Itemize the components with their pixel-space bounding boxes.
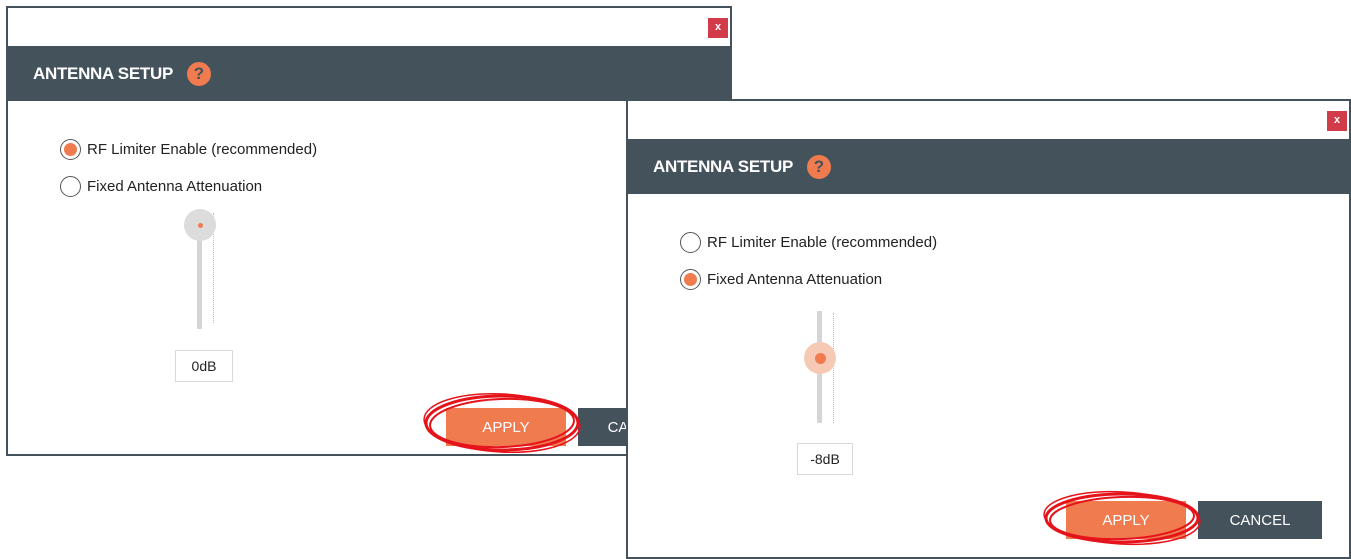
radio-button[interactable] (60, 176, 81, 197)
rf-limiter-option[interactable]: RF Limiter Enable (recommended) (60, 139, 317, 160)
close-button[interactable]: x (1327, 111, 1347, 131)
dialog-title: ANTENNA SETUP (653, 156, 793, 176)
slider-thumb-core (814, 352, 826, 364)
slider-ticks (833, 313, 835, 423)
fixed-attenuation-label: Fixed Antenna Attenuation (87, 178, 263, 195)
apply-button[interactable]: APPLY (446, 408, 566, 446)
attenuation-slider[interactable] (176, 209, 226, 331)
rf-limiter-label: RF Limiter Enable (recommended) (87, 141, 318, 158)
attenuation-value: 0dB (175, 350, 233, 382)
cancel-button[interactable]: CANCEL (1198, 501, 1322, 539)
radio-button[interactable] (680, 232, 701, 253)
slider-thumb[interactable] (804, 342, 836, 374)
slider-thumb-core (197, 222, 203, 228)
apply-button[interactable]: APPLY (1066, 501, 1186, 539)
antenna-setup-dialog-right: x ANTENNA SETUP ? RF Limiter Enable (rec… (626, 99, 1351, 559)
dialog-header: ANTENNA SETUP ? (8, 46, 730, 101)
slider-thumb[interactable] (184, 209, 216, 241)
rf-limiter-label: RF Limiter Enable (recommended) (707, 234, 938, 251)
fixed-attenuation-label: Fixed Antenna Attenuation (707, 271, 883, 288)
close-button[interactable]: x (708, 18, 728, 38)
fixed-attenuation-option[interactable]: Fixed Antenna Attenuation (60, 176, 262, 197)
help-icon[interactable]: ? (806, 154, 831, 179)
dialog-header: ANTENNA SETUP ? (628, 139, 1349, 194)
attenuation-slider[interactable] (796, 311, 846, 431)
radio-selected-dot (684, 273, 697, 286)
antenna-setup-dialog-left: x ANTENNA SETUP ? RF Limiter Enable (rec… (6, 6, 732, 456)
fixed-attenuation-option[interactable]: Fixed Antenna Attenuation (680, 269, 882, 290)
radio-button[interactable] (680, 269, 701, 290)
dialog-title: ANTENNA SETUP (33, 63, 173, 83)
radio-selected-dot (64, 143, 77, 156)
radio-button[interactable] (60, 139, 81, 160)
attenuation-value: -8dB (797, 443, 853, 475)
help-icon[interactable]: ? (186, 61, 211, 86)
rf-limiter-option[interactable]: RF Limiter Enable (recommended) (680, 232, 937, 253)
